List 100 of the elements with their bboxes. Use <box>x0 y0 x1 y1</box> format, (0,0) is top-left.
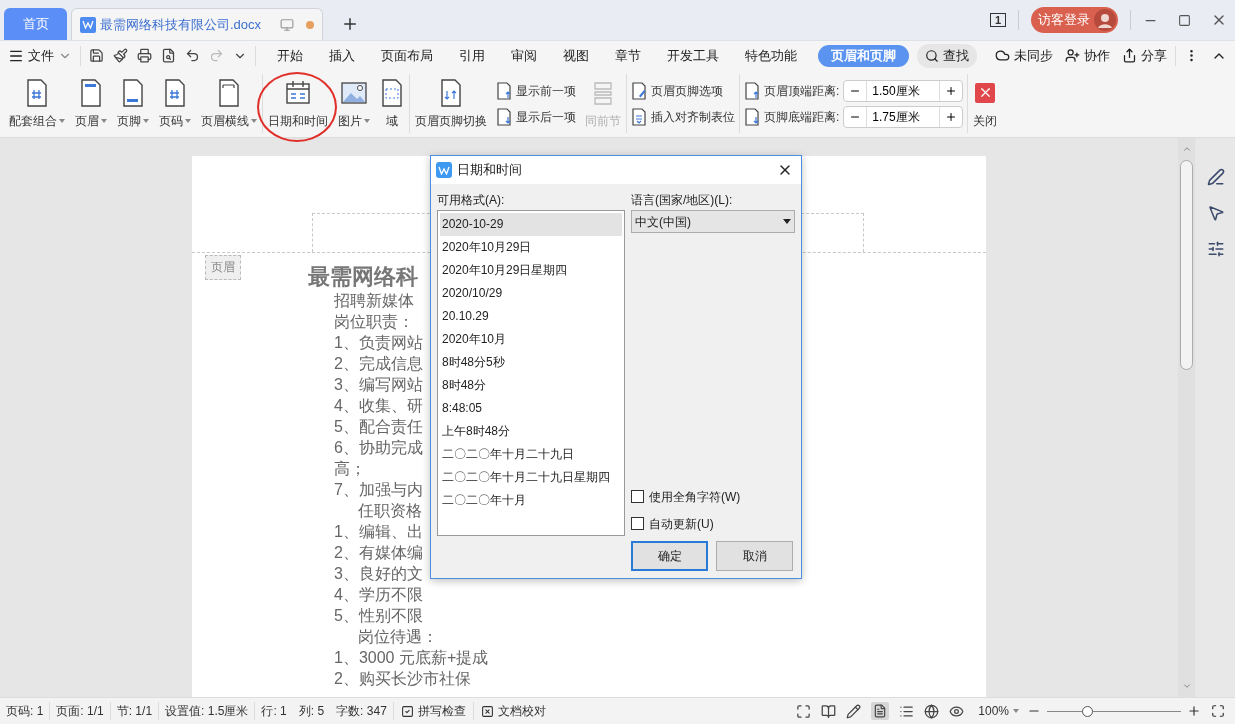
print-preview-icon[interactable] <box>161 48 176 63</box>
ribbon-button[interactable]: 页脚 <box>112 73 154 134</box>
format-option[interactable]: 8:48:05 <box>440 397 622 420</box>
zoom-dropdown[interactable]: 100% <box>978 702 1019 720</box>
ribbon-button[interactable]: 日期和时间 <box>263 73 333 134</box>
status-item: 页码: 1 <box>0 702 51 720</box>
document-title: 最需网络科 <box>308 264 418 290</box>
increment-icon[interactable] <box>945 110 958 123</box>
pen-icon[interactable] <box>1206 168 1225 186</box>
ribbon-button[interactable]: 关闭 <box>968 73 1003 134</box>
checkbox[interactable] <box>631 517 644 530</box>
file-menu[interactable]: 文件 <box>8 45 72 66</box>
language-label: 语言(国家/地区)(L): <box>631 192 734 209</box>
zoom-in-icon[interactable] <box>1187 704 1201 718</box>
ribbon-button[interactable]: 显示前一项 <box>492 79 580 102</box>
print-icon[interactable] <box>137 48 152 63</box>
page-view-button[interactable] <box>871 702 890 720</box>
ribbon-button[interactable]: 配套组合 <box>4 73 70 134</box>
add-user-icon <box>1065 48 1080 63</box>
dialog-button[interactable]: 取消 <box>716 541 793 571</box>
page-icon <box>631 107 647 126</box>
format-option[interactable]: 20.10.29 <box>440 305 622 328</box>
format-option[interactable]: 8时48分5秒 <box>440 351 622 374</box>
format-option[interactable]: 2020/10/29 <box>440 282 622 305</box>
ribbon-button[interactable]: 页眉横线 <box>196 73 262 134</box>
undo-icon[interactable] <box>185 48 200 63</box>
format-painter-icon[interactable] <box>113 48 128 63</box>
page-count-indicator[interactable]: 1 <box>989 13 1006 27</box>
format-option[interactable]: 二〇二〇年十月 <box>440 489 622 512</box>
format-option[interactable]: 8时48分 <box>440 374 622 397</box>
ribbon-button[interactable]: 页眉页脚选项 <box>627 79 739 102</box>
cursor-icon[interactable] <box>1206 204 1225 222</box>
zoom-slider[interactable] <box>1047 705 1181 717</box>
increment-icon[interactable] <box>945 84 958 97</box>
toolbar-action[interactable]: 协作 <box>1065 45 1110 66</box>
body-text: 2、完成信息 <box>334 354 423 374</box>
status-item: 行: 1 <box>260 703 288 720</box>
ribbon-button[interactable]: 图片 <box>333 73 375 134</box>
ribbon-button[interactable]: 页眉 <box>70 73 112 134</box>
header-tag: 页眉 <box>205 255 241 280</box>
menu-tab[interactable]: 开始 <box>264 44 316 67</box>
language-select[interactable]: 中文(中国) <box>631 210 795 233</box>
format-option[interactable]: 二〇二〇年十月二十九日星期四 <box>440 466 622 489</box>
ribbon-button[interactable]: 显示后一项 <box>492 105 580 128</box>
status-button[interactable]: 拼写检查 <box>392 702 473 720</box>
fit-window-icon[interactable] <box>1211 704 1225 718</box>
format-option[interactable]: 二〇二〇年十月二十九日 <box>440 443 622 466</box>
menu-tab[interactable]: 开发工具 <box>654 44 732 67</box>
dialog-button[interactable]: 确定 <box>631 541 708 571</box>
zoom-slider-thumb[interactable] <box>1082 705 1094 717</box>
vertical-scrollbar[interactable] <box>1178 138 1195 697</box>
ribbon-button[interactable]: 插入对齐制表位 <box>627 105 739 128</box>
menu-tab[interactable]: 章节 <box>602 44 654 67</box>
format-option[interactable]: 2020-10-29 <box>440 213 622 236</box>
scrollbar-thumb[interactable] <box>1180 160 1193 370</box>
caret-icon <box>251 118 257 123</box>
page-icon <box>439 78 463 107</box>
menu-tab[interactable]: 审阅 <box>498 44 550 67</box>
menu-tab[interactable]: 视图 <box>550 44 602 67</box>
book-icon[interactable] <box>821 703 837 719</box>
avatar-icon <box>1094 9 1116 31</box>
pencil-icon[interactable] <box>846 703 862 719</box>
globe-icon[interactable] <box>924 703 940 719</box>
login-button[interactable]: 访客登录 <box>1031 7 1118 33</box>
fullscreen-icon[interactable] <box>796 703 812 719</box>
distance-spinner[interactable]: 1.75厘米 <box>843 105 964 128</box>
search-button[interactable]: 查找 <box>917 43 977 68</box>
format-option[interactable]: 2020年10月 <box>440 328 622 351</box>
format-option[interactable]: 上午8时48分 <box>440 420 622 443</box>
status-item: 字数: 347 <box>335 703 388 720</box>
body-text: 5、配合责任 <box>334 417 423 437</box>
page-icon <box>217 78 241 107</box>
checkbox[interactable] <box>631 490 644 503</box>
cross-icon <box>480 704 494 718</box>
ribbon-button[interactable]: 页眉页脚切换 <box>410 73 492 134</box>
toolbar-action[interactable]: 分享 <box>1122 45 1167 66</box>
format-option[interactable]: 2020年10月29日星期四 <box>440 259 622 282</box>
page-icon <box>744 81 760 100</box>
menu-tab[interactable]: 页面布局 <box>368 44 446 67</box>
page-icon <box>631 81 647 100</box>
status-button[interactable]: 文档校对 <box>472 702 553 720</box>
ribbon-button[interactable]: 页码 <box>154 73 196 134</box>
maximize-button[interactable] <box>1178 13 1191 27</box>
distance-label: 页眉顶端距离: <box>764 82 840 100</box>
eye-icon[interactable] <box>949 703 965 719</box>
menu-tab[interactable]: 特色功能 <box>732 44 810 67</box>
document-tab[interactable]: 最需网络科技有限公司.docx <box>71 8 323 40</box>
format-option[interactable]: 2020年10月29日 <box>440 236 622 259</box>
settings-icon[interactable] <box>1206 240 1225 258</box>
toolbar-action[interactable]: 未同步 <box>995 45 1053 66</box>
formats-list[interactable]: 2020-10-29 2020年10月29日 2020年10月29日星期四 2020/10/29 20.10.29 2020年10月 8时48分5秒 8时48分 8:48:05 上午8时48分 二〇二〇年十月二十九日 二〇二〇年十月二十九日星期四 二〇二〇年十月 <box>437 210 625 536</box>
status-item: 页面: 1/1 <box>50 702 111 720</box>
ribbon-button[interactable]: 域 <box>375 73 409 134</box>
new-tab-button[interactable] <box>341 15 359 33</box>
save-icon[interactable] <box>89 48 104 63</box>
menu-tab[interactable]: 插入 <box>316 44 368 67</box>
outline-icon[interactable] <box>899 703 915 719</box>
menu-tab[interactable]: 引用 <box>446 44 498 67</box>
distance-spinner[interactable]: 1.50厘米 <box>843 79 964 102</box>
app-icon <box>436 162 452 178</box>
